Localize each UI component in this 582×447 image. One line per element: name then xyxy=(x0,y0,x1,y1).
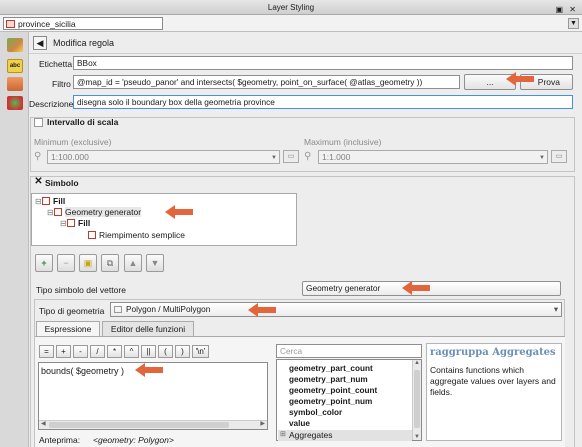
annotation-arrow-icon xyxy=(506,72,534,86)
expression-text: bounds( $geometry ) xyxy=(41,366,125,376)
list-item[interactable]: geometry_part_count xyxy=(289,364,373,373)
function-help-panel: raggruppa Aggregates Contains functions … xyxy=(426,343,562,441)
list-item[interactable]: symbol_color xyxy=(289,408,342,417)
back-button[interactable]: ◀ xyxy=(33,36,47,50)
tree-item-geometry-generator[interactable]: ⊟ Geometry generator xyxy=(47,207,142,217)
function-search-input[interactable]: Cerca xyxy=(276,344,422,358)
chevron-down-icon[interactable]: ▼ xyxy=(568,18,579,29)
scale-range-checkbox[interactable] xyxy=(34,118,43,127)
current-scale-max-button[interactable]: ▭ xyxy=(551,150,567,163)
list-item[interactable]: value xyxy=(289,419,310,428)
geometry-type-select[interactable]: Polygon / MultiPolygon ▾ xyxy=(110,302,562,317)
operator-divide-button[interactable]: / xyxy=(90,345,105,358)
tree-item-simple-fill[interactable]: Riempimento semplice xyxy=(81,230,185,240)
move-up-button[interactable]: ▲ xyxy=(124,254,142,272)
help-body: Contains functions which aggregate value… xyxy=(430,365,556,397)
maximum-scale-combo[interactable]: 1:1.000 ▼ xyxy=(318,150,548,164)
symbol-title: Simbolo xyxy=(45,178,79,188)
duplicate-layer-button[interactable]: ⧉ xyxy=(101,254,119,272)
symbology-paintbrush-icon[interactable] xyxy=(7,38,23,52)
operator-multiply-button[interactable]: * xyxy=(107,345,122,358)
history-icon[interactable] xyxy=(7,96,23,110)
operator-newline-button[interactable]: '\n' xyxy=(192,345,209,358)
chevron-down-icon: ▾ xyxy=(553,304,558,314)
list-item[interactable]: geometry_point_count xyxy=(289,386,377,395)
maximum-scale-value: 1:1.000 xyxy=(322,152,351,162)
tab-expression[interactable]: Espressione xyxy=(36,321,100,336)
window-title: Layer Styling xyxy=(267,3,315,12)
operator-power-button[interactable]: ^ xyxy=(124,345,139,358)
operator-minus-button[interactable]: - xyxy=(73,345,88,358)
add-symbol-layer-button[interactable]: + xyxy=(35,254,53,272)
styling-sidebar: abc xyxy=(0,32,29,447)
labels-abc-icon[interactable]: abc xyxy=(7,59,23,73)
geometry-type-label: Tipo di geometria xyxy=(39,306,105,316)
rule-editor-title: Modifica regola xyxy=(53,38,115,48)
layer-row: province_sicilia ▼ xyxy=(0,15,582,32)
label-field-label: Etichetta xyxy=(39,59,73,69)
annotation-arrow-icon xyxy=(248,303,276,317)
move-down-button[interactable]: ▼ xyxy=(146,254,164,272)
window-titlebar: Layer Styling ▣ ✕ xyxy=(0,0,582,15)
label-input[interactable]: BBox xyxy=(73,56,573,70)
symbol-type-value: Geometry generator xyxy=(306,283,381,293)
tree-item-sub-fill[interactable]: ⊟ Fill xyxy=(60,218,90,228)
layer-select-value: province_sicilia xyxy=(18,19,76,29)
rule-toolbar: ◀ Modifica regola xyxy=(29,32,582,54)
list-item-group[interactable]: ⊞ Aggregates xyxy=(278,430,412,441)
maximum-scale-label: Maximum (inclusive) xyxy=(304,137,382,147)
symbol-checkbox[interactable]: ✕ xyxy=(34,177,43,187)
minimum-scale-combo[interactable]: 1:100.000 ▼ xyxy=(47,150,280,164)
help-title: raggruppa Aggregates xyxy=(430,347,556,358)
chevron-down-icon: ▼ xyxy=(271,155,277,161)
tab-function-editor[interactable]: Editor delle funzioni xyxy=(102,321,194,336)
chevron-down-icon: ▼ xyxy=(539,155,545,161)
tree-item-fill[interactable]: ⊟ Fill xyxy=(35,196,65,206)
horizontal-scrollbar[interactable]: ◀ ▶ xyxy=(39,420,267,429)
operator-open-paren-button[interactable]: ( xyxy=(158,345,173,358)
operator-close-paren-button[interactable]: ) xyxy=(175,345,190,358)
list-item[interactable]: geometry_part_num xyxy=(289,375,368,384)
annotation-arrow-icon xyxy=(135,363,163,377)
minimum-scale-value: 1:100.000 xyxy=(51,152,89,162)
minimum-scale-label: Minimum (exclusive) xyxy=(34,137,112,147)
operator-concat-button[interactable]: || xyxy=(141,345,156,358)
annotation-arrow-icon xyxy=(165,205,193,219)
polygon-layer-icon xyxy=(6,20,15,28)
vertical-scrollbar[interactable]: ▲ ▼ xyxy=(412,360,421,440)
zoom-in-icon: ⚲ xyxy=(304,151,312,162)
3d-view-icon[interactable] xyxy=(7,77,23,91)
filter-input[interactable]: @map_id = 'pseudo_panor' and intersects(… xyxy=(73,75,460,89)
group-label: Aggregates xyxy=(289,430,333,440)
description-input[interactable]: disegna solo il boundary box della geome… xyxy=(73,95,573,109)
description-field-label: Descrizione xyxy=(29,99,74,109)
scale-range-title: Intervallo di scala xyxy=(47,117,119,127)
layer-select[interactable]: province_sicilia xyxy=(3,17,163,30)
geometry-type-value: Polygon / MultiPolygon xyxy=(126,304,211,314)
symbol-type-label: Tipo simbolo del vettore xyxy=(36,285,126,295)
list-item[interactable]: geometry_point_num xyxy=(289,397,372,406)
annotation-arrow-icon xyxy=(402,281,430,295)
filter-field-label: Filtro xyxy=(52,79,71,89)
operator-plus-button[interactable]: + xyxy=(56,345,71,358)
preview-value: <geometry: Polygon> xyxy=(93,435,174,445)
operator-equals-button[interactable]: = xyxy=(39,345,54,358)
polygon-icon xyxy=(114,306,122,313)
zoom-out-icon: ⚲ xyxy=(34,151,42,162)
preview-label: Anteprima: xyxy=(39,435,81,445)
current-scale-min-button[interactable]: ▭ xyxy=(283,150,299,163)
lock-layer-button[interactable]: ▣ xyxy=(79,254,97,272)
function-list: geometry_part_count geometry_part_num ge… xyxy=(276,359,422,441)
remove-symbol-layer-button[interactable]: − xyxy=(57,254,75,272)
